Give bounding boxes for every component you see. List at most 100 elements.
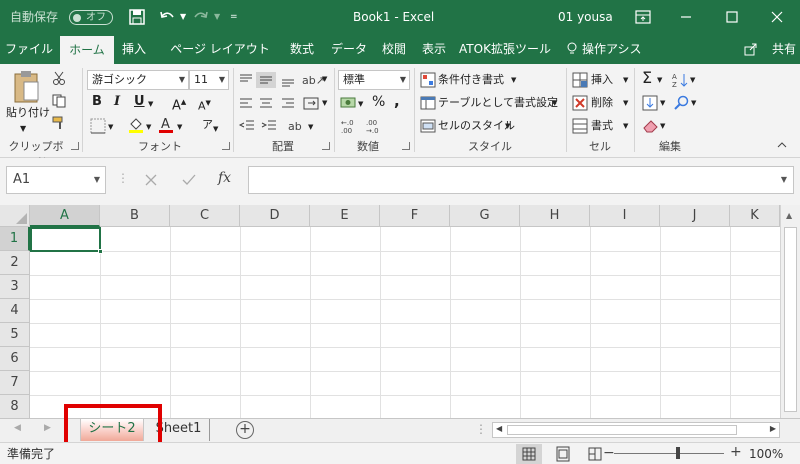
wrap-dropdown-icon[interactable]: ▼ bbox=[322, 94, 327, 112]
percent-button[interactable]: % bbox=[372, 93, 385, 111]
redo-dropdown-icon[interactable]: ▼ bbox=[214, 0, 220, 34]
tab-file[interactable]: ファイル bbox=[4, 34, 54, 64]
copy-icon[interactable] bbox=[52, 94, 68, 108]
clear-dropdown-icon[interactable]: ▼ bbox=[660, 117, 665, 135]
sheet-scroll-left-icon[interactable]: ◀ bbox=[14, 423, 21, 433]
tab-tell-me[interactable]: 操作アシスト bbox=[566, 34, 646, 86]
fill-handle[interactable] bbox=[98, 249, 103, 254]
user-name[interactable]: 01 yousa bbox=[558, 0, 613, 34]
name-box[interactable]: A1 ▼ bbox=[6, 166, 106, 194]
phonetic-guide-icon[interactable]: ア▼ bbox=[202, 116, 218, 138]
add-sheet-button[interactable]: + bbox=[236, 421, 254, 439]
insert-function-button[interactable]: fx bbox=[218, 170, 231, 186]
tab-formulas[interactable]: 数式 bbox=[284, 34, 320, 64]
zoom-level[interactable]: 100% bbox=[749, 443, 783, 464]
currency-dropdown-icon[interactable]: ▼ bbox=[358, 95, 363, 113]
find-select-icon[interactable] bbox=[674, 95, 690, 111]
formula-input[interactable]: ▼ bbox=[248, 166, 794, 194]
normal-view-icon[interactable] bbox=[516, 444, 542, 464]
bold-button[interactable]: B bbox=[92, 93, 102, 111]
format-cells-dropdown-icon[interactable]: ▼ bbox=[623, 117, 628, 135]
zoom-slider-thumb[interactable] bbox=[676, 447, 680, 459]
font-size-select[interactable]: 11 ▼ bbox=[189, 70, 229, 90]
tab-view[interactable]: 表示 bbox=[416, 34, 452, 64]
find-select-dropdown-icon[interactable]: ▼ bbox=[691, 94, 696, 112]
column-header-k[interactable]: K bbox=[730, 205, 780, 227]
enter-icon[interactable] bbox=[182, 173, 196, 187]
drag-handle-icon[interactable]: ⋮ bbox=[117, 171, 129, 185]
column-header-h[interactable]: H bbox=[520, 205, 590, 227]
column-header-e[interactable]: E bbox=[310, 205, 380, 227]
borders-dropdown-icon[interactable]: ▼ bbox=[108, 118, 113, 136]
scroll-left-icon[interactable]: ◀ bbox=[496, 424, 502, 433]
close-button[interactable] bbox=[754, 0, 800, 34]
format-as-table-button[interactable]: テーブルとして書式設定 bbox=[438, 94, 558, 112]
vertical-scrollbar[interactable]: ▲ bbox=[780, 205, 800, 418]
sort-filter-dropdown-icon[interactable]: ▼ bbox=[690, 71, 695, 89]
number-format-select[interactable]: 標準 ▼ bbox=[338, 70, 410, 90]
ribbon-display-options-icon[interactable] bbox=[634, 8, 652, 26]
scroll-up-icon[interactable]: ▲ bbox=[786, 211, 792, 220]
expand-formula-icon[interactable]: ▼ bbox=[781, 175, 787, 184]
italic-button[interactable]: I bbox=[114, 93, 120, 111]
autosum-button[interactable]: Σ bbox=[642, 69, 652, 87]
borders-icon[interactable] bbox=[90, 118, 106, 134]
minimize-button[interactable] bbox=[663, 0, 709, 34]
undo-icon[interactable] bbox=[158, 8, 176, 26]
spreadsheet-grid[interactable]: A B C D E F G H I J K 1 2 3 4 5 6 7 8 ▲ bbox=[0, 205, 800, 418]
alignment-launcher-icon[interactable] bbox=[322, 142, 330, 150]
fill-color-icon[interactable] bbox=[128, 116, 144, 134]
font-name-select[interactable]: 游ゴシック ▼ bbox=[87, 70, 189, 90]
cancel-icon[interactable] bbox=[144, 173, 158, 187]
redo-icon[interactable] bbox=[192, 8, 210, 26]
tab-atok[interactable]: ATOK拡張ツール bbox=[458, 34, 552, 64]
conditional-format-icon[interactable] bbox=[420, 72, 436, 88]
cell-styles-icon[interactable] bbox=[420, 118, 436, 134]
cell-styles-button[interactable]: セルのスタイル bbox=[438, 117, 515, 135]
font-color-icon[interactable]: A bbox=[158, 116, 174, 134]
scroll-right-icon[interactable]: ▶ bbox=[770, 424, 776, 433]
insert-cells-button[interactable]: 挿入 bbox=[591, 71, 613, 89]
column-header-a[interactable]: A bbox=[30, 205, 100, 227]
row-header-5[interactable]: 5 bbox=[0, 323, 30, 347]
cut-icon[interactable] bbox=[52, 71, 66, 85]
clipboard-launcher-icon[interactable] bbox=[71, 142, 79, 150]
sheet-scroll-right-icon[interactable]: ▶ bbox=[44, 423, 51, 433]
format-as-table-icon[interactable] bbox=[420, 95, 436, 111]
shrink-font-icon[interactable]: A▼ bbox=[198, 94, 211, 116]
conditional-format-dropdown-icon[interactable]: ▼ bbox=[511, 71, 516, 89]
row-header-3[interactable]: 3 bbox=[0, 275, 30, 299]
column-header-c[interactable]: C bbox=[170, 205, 240, 227]
maximize-button[interactable] bbox=[709, 0, 755, 34]
tab-insert[interactable]: 挿入 bbox=[116, 34, 152, 64]
format-cells-icon[interactable] bbox=[572, 118, 588, 134]
column-header-b[interactable]: B bbox=[100, 205, 170, 227]
delete-cells-button[interactable]: 削除 bbox=[591, 94, 613, 112]
decimal-buttons[interactable]: ←.0.00.00→.0 bbox=[340, 117, 390, 135]
column-header-g[interactable]: G bbox=[450, 205, 520, 227]
indent-buttons[interactable]: ab bbox=[238, 118, 308, 134]
row-header-8[interactable]: 8 bbox=[0, 395, 30, 418]
conditional-format-button[interactable]: 条件付き書式 bbox=[438, 71, 504, 89]
tab-review[interactable]: 校閲 bbox=[376, 34, 412, 64]
zoom-slider[interactable] bbox=[614, 453, 724, 454]
column-header-i[interactable]: I bbox=[590, 205, 660, 227]
customize-toolbar-icon[interactable]: = bbox=[230, 0, 238, 34]
horizontal-scroll-thumb[interactable] bbox=[507, 425, 737, 435]
clear-icon[interactable] bbox=[642, 118, 660, 134]
tab-home[interactable]: ホーム bbox=[60, 36, 114, 64]
row-header-2[interactable]: 2 bbox=[0, 251, 30, 275]
paste-button[interactable]: 貼り付け bbox=[6, 104, 50, 122]
insert-cells-icon[interactable] bbox=[572, 72, 588, 88]
autosave-toggle[interactable]: オフ bbox=[69, 10, 113, 25]
comma-button[interactable]: , bbox=[394, 92, 400, 110]
font-launcher-icon[interactable] bbox=[222, 142, 230, 150]
underline-button[interactable]: U bbox=[134, 93, 145, 111]
font-color-dropdown-icon[interactable]: ▼ bbox=[177, 118, 182, 136]
column-header-j[interactable]: J bbox=[660, 205, 730, 227]
paste-icon[interactable] bbox=[12, 70, 42, 104]
format-as-table-dropdown-icon[interactable]: ▼ bbox=[552, 94, 557, 112]
tab-page-layout[interactable]: ページ レイアウト bbox=[158, 34, 282, 64]
tab-split-handle-icon[interactable]: ⋮ bbox=[475, 422, 487, 436]
fill-dropdown-icon[interactable]: ▼ bbox=[660, 94, 665, 112]
